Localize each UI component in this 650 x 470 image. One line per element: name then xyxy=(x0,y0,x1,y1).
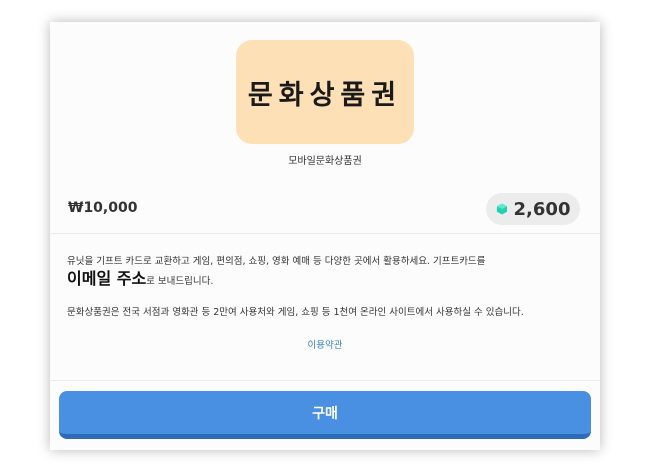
description-line-2: 이메일 주소로 보내드립니다. xyxy=(67,265,213,289)
description-line-3: 문화상품권은 전국 서점과 영화관 등 2만여 사용처와 게임, 쇼핑 등 1천… xyxy=(67,307,524,318)
gift-card-image-text: 문화상품권 xyxy=(247,79,403,111)
gift-card-image: 문화상품권 xyxy=(236,40,414,144)
buy-button[interactable]: 구매 xyxy=(59,391,591,439)
gem-icon xyxy=(496,203,507,215)
price-label: ₩10,000 xyxy=(68,200,138,216)
divider xyxy=(50,380,600,381)
coin-price-badge: 2,600 xyxy=(486,193,580,225)
gift-card-modal: 문화상품권 모바일문화상품권 ₩10,000 2,600 유닛을 기프트 카드로… xyxy=(50,22,600,450)
coin-price-value: 2,600 xyxy=(513,198,571,220)
description-line-2-rest: 로 보내드립니다. xyxy=(146,276,214,287)
email-emphasis: 이메일 주소 xyxy=(67,269,147,288)
divider xyxy=(50,233,600,234)
terms-link[interactable]: 이용약관 xyxy=(50,337,600,351)
product-name: 모바일문화상품권 xyxy=(288,156,362,167)
